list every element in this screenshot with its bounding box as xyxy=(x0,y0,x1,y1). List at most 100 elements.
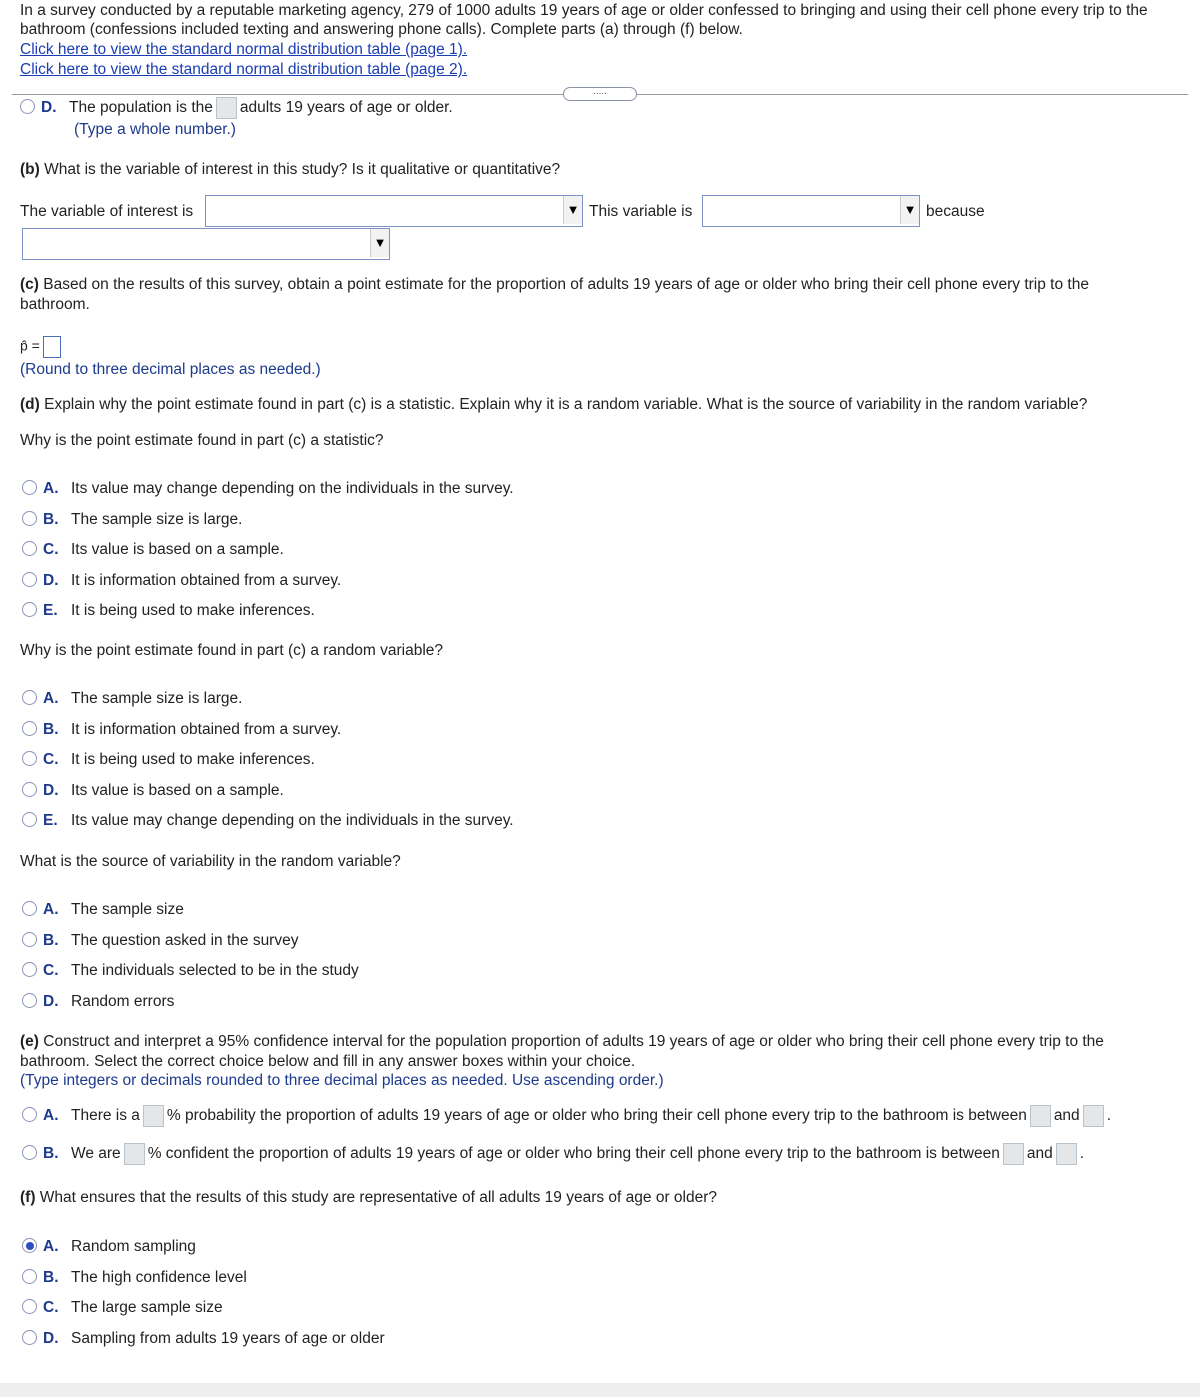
option-text: Its value is based on a sample. xyxy=(71,781,284,799)
choice-option[interactable]: C. The individuals selected to be in the … xyxy=(22,962,359,980)
probability-input[interactable] xyxy=(142,1105,164,1127)
variable-of-interest-dropdown[interactable]: ▼ xyxy=(205,195,583,227)
radio-button[interactable] xyxy=(22,901,37,916)
radio-button[interactable] xyxy=(22,1107,37,1123)
option-letter: C. xyxy=(43,1299,59,1317)
radio-button[interactable] xyxy=(22,812,37,828)
radio-button[interactable] xyxy=(22,751,37,767)
radio-button[interactable] xyxy=(22,480,37,495)
confidence-input[interactable] xyxy=(123,1143,145,1165)
radio-button[interactable] xyxy=(22,992,37,1008)
option-letter: D. xyxy=(43,992,59,1010)
intro-line-1: In a survey conducted by a reputable mar… xyxy=(20,2,1148,19)
option-letter: D. xyxy=(43,1329,59,1347)
p-hat-label: p̂ = xyxy=(20,337,40,354)
lower-bound-input[interactable] xyxy=(1029,1105,1051,1127)
option-letter: B. xyxy=(43,931,59,949)
e-option-b[interactable]: B. We are% confident the proportion of ad… xyxy=(22,1143,1084,1165)
option-text: The large sample size xyxy=(71,1299,223,1317)
chevron-down-icon: ▼ xyxy=(900,196,919,224)
option-letter: D. xyxy=(41,99,57,117)
radio-button[interactable] xyxy=(22,962,37,978)
choice-option[interactable]: E. Its value may change depending on the … xyxy=(22,812,514,830)
d-question-2: Why is the point estimate found in part … xyxy=(20,642,444,659)
choice-option[interactable]: D. It is information obtained from a surv… xyxy=(22,571,341,590)
option-letter: B. xyxy=(43,1268,59,1286)
option-text: The sample size is large. xyxy=(71,690,243,707)
choice-option[interactable]: D. Sampling from adults 19 years of age o… xyxy=(22,1329,385,1348)
a-post: adults 19 years of age or older. xyxy=(239,99,453,117)
intro-line-2: bathroom (confessions included texting a… xyxy=(20,21,743,38)
radio-button[interactable] xyxy=(22,510,37,526)
c-hint: (Round to three decimal places as needed… xyxy=(20,361,321,378)
choice-option[interactable]: C. Its value is based on a sample. xyxy=(22,541,284,559)
part-c-question: (c) Based on the results of this survey,… xyxy=(20,276,1089,293)
choice-option[interactable]: A. Random sampling xyxy=(22,1238,196,1256)
expand-more-button[interactable]: ..... xyxy=(563,87,637,101)
radio-button[interactable] xyxy=(22,1299,37,1315)
radio-button[interactable] xyxy=(22,1329,37,1345)
choice-option[interactable]: A. The sample size xyxy=(22,901,184,919)
choice-option[interactable]: B. It is information obtained from a surv… xyxy=(22,720,342,739)
option-text: It is being used to make inferences. xyxy=(71,751,315,769)
choice-option[interactable]: C. The large sample size xyxy=(22,1299,223,1317)
choice-option[interactable]: C. It is being used to make inferences. xyxy=(22,751,315,769)
radio-a-d[interactable] xyxy=(20,99,35,115)
option-text: The high confidence level xyxy=(71,1268,247,1286)
part-b-question: (b) What is the variable of interest in … xyxy=(20,161,561,178)
choice-option[interactable]: A. Its value may change depending on the … xyxy=(22,480,514,498)
option-text: Random sampling xyxy=(71,1238,196,1255)
population-input[interactable] xyxy=(215,97,237,119)
option-letter: B. xyxy=(43,510,59,528)
option-letter: C. xyxy=(43,962,59,980)
option-letter: D. xyxy=(43,781,59,799)
choice-option[interactable]: D. Random errors xyxy=(22,992,174,1011)
e-option-a[interactable]: A. There is a% probability the proportion… xyxy=(22,1105,1111,1127)
option-text: It is information obtained from a survey… xyxy=(71,720,342,738)
upper-bound-input[interactable] xyxy=(1082,1105,1104,1127)
radio-button[interactable] xyxy=(22,1268,37,1284)
option-letter: A. xyxy=(43,480,59,497)
radio-button[interactable] xyxy=(22,690,37,705)
option-letter: E. xyxy=(43,602,58,620)
d-question-3: What is the source of variability in the… xyxy=(20,853,401,870)
radio-button[interactable] xyxy=(22,541,37,557)
option-letter: C. xyxy=(43,541,59,559)
p-hat-input[interactable] xyxy=(42,336,61,358)
option-text: The question asked in the survey xyxy=(71,931,299,949)
radio-button[interactable] xyxy=(22,781,37,797)
normal-table-link-page-2[interactable]: Click here to view the standard normal d… xyxy=(20,61,467,79)
option-letter: A. xyxy=(43,901,59,918)
e-hint: (Type integers or decimals rounded to th… xyxy=(20,1072,664,1089)
radio-button[interactable] xyxy=(22,720,37,736)
choice-option[interactable]: E. It is being used to make inferences. xyxy=(22,602,315,620)
option-letter: E. xyxy=(43,812,58,830)
reason-dropdown[interactable]: ▼ xyxy=(22,228,390,260)
choice-option[interactable]: A. The sample size is large. xyxy=(22,690,242,708)
part-f-question: (f) What ensures that the results of thi… xyxy=(20,1189,718,1206)
upper-bound-input[interactable] xyxy=(1055,1143,1077,1165)
part-e-question: (e) Construct and interpret a 95% confid… xyxy=(20,1033,1104,1050)
variable-type-dropdown[interactable]: ▼ xyxy=(702,195,920,227)
part-e-question-2: bathroom. Select the correct choice belo… xyxy=(20,1053,636,1070)
radio-button[interactable] xyxy=(22,571,37,587)
chevron-down-icon: ▼ xyxy=(563,196,582,224)
normal-table-link-page-1[interactable]: Click here to view the standard normal d… xyxy=(20,41,467,59)
choice-option[interactable]: D. Its value is based on a sample. xyxy=(22,781,284,800)
a-hint: (Type a whole number.) xyxy=(74,121,236,138)
option-text: Sampling from adults 19 years of age or … xyxy=(71,1329,385,1347)
option-letter: A. xyxy=(43,1238,59,1255)
radio-button[interactable] xyxy=(22,1238,37,1253)
radio-button[interactable] xyxy=(22,1145,37,1161)
variable-type-label: This variable is xyxy=(589,203,693,220)
choice-option[interactable]: B. The sample size is large. xyxy=(22,510,242,529)
radio-button[interactable] xyxy=(22,931,37,947)
part-c-question-2: bathroom. xyxy=(20,296,90,313)
d-question-1: Why is the point estimate found in part … xyxy=(20,432,384,449)
choice-option[interactable]: B. The high confidence level xyxy=(22,1268,247,1287)
lower-bound-input[interactable] xyxy=(1002,1143,1024,1165)
part-d-question: (d) Explain why the point estimate found… xyxy=(20,396,1088,413)
option-text: Its value may change depending on the in… xyxy=(71,812,514,830)
choice-option[interactable]: B. The question asked in the survey xyxy=(22,931,299,950)
radio-button[interactable] xyxy=(22,602,37,618)
